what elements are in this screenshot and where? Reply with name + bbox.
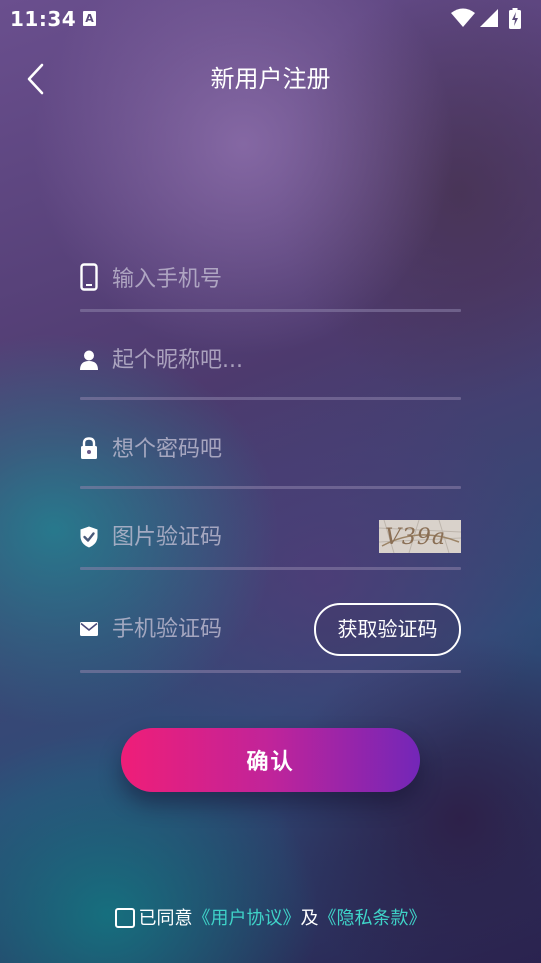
sms-code-input[interactable] <box>112 612 302 646</box>
register-screen: 11:34 A 新用户注册 输入手机号 起个昵称吧... 图片验证码 V39a … <box>0 0 541 963</box>
signal-icon <box>480 9 498 27</box>
captcha-graphic: V39a <box>379 520 461 553</box>
lock-icon <box>81 437 97 459</box>
page-title: 新用户注册 <box>210 65 331 93</box>
phone-underline <box>80 309 461 312</box>
mail-icon <box>80 622 98 636</box>
notification-a-icon: A <box>83 11 96 26</box>
agreement-checkbox[interactable] <box>114 908 135 928</box>
nickname-underline <box>80 397 461 400</box>
shield-check-icon <box>80 526 98 548</box>
user-icon <box>80 350 98 370</box>
agreement-row: 已同意《用户协议》及《隐私条款》 <box>0 906 541 932</box>
phone-icon <box>80 263 98 291</box>
get-code-button[interactable]: 获取验证码 <box>314 603 461 656</box>
sms-code-underline <box>80 670 461 673</box>
privacy-link[interactable]: 《隐私条款》 <box>319 908 427 929</box>
captcha-text: V39a <box>385 525 446 550</box>
agreement-conjunction: 及 <box>300 908 319 929</box>
user-agreement-link[interactable]: 《用户协议》 <box>193 908 301 929</box>
captcha-image[interactable]: V39a <box>379 520 461 553</box>
captcha-underline <box>80 567 461 570</box>
password-underline <box>80 486 461 489</box>
captcha-input[interactable] <box>112 520 352 554</box>
battery-charging-icon <box>509 8 521 29</box>
wifi-icon <box>451 8 475 27</box>
confirm-button[interactable]: 确认 <box>121 728 420 792</box>
nickname-input[interactable] <box>112 343 332 377</box>
status-time: 11:34 <box>10 7 77 31</box>
password-input[interactable] <box>112 432 332 466</box>
status-bar: 11:34 A <box>0 0 541 36</box>
phone-input[interactable] <box>112 262 332 296</box>
agreement-prefix: 已同意 <box>138 908 193 929</box>
